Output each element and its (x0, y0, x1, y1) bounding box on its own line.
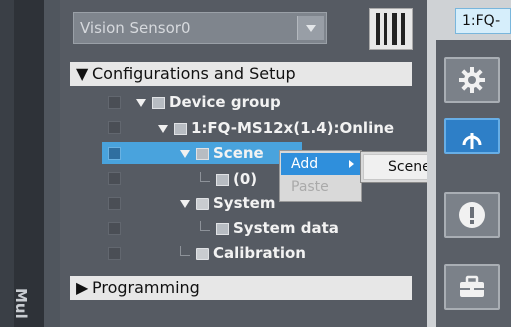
gear-icon (459, 67, 485, 93)
row-marker (108, 96, 121, 109)
tree-connector (200, 220, 210, 231)
menu-item-paste[interactable]: Paste (281, 176, 360, 198)
device-group-icon (152, 96, 165, 109)
expand-down-icon (180, 149, 190, 158)
expand-down-icon: ▼ (76, 64, 89, 83)
tree-item-device-group[interactable]: Device group (136, 91, 281, 113)
tab-device[interactable]: 1:FQ- (455, 8, 511, 34)
sensor-select-value: Vision Sensor0 (80, 19, 191, 37)
folder-icon (196, 197, 209, 210)
row-marker (108, 172, 121, 185)
settings-button[interactable] (444, 57, 500, 103)
menu-item-label: Add (291, 156, 319, 172)
warning-icon (459, 202, 485, 228)
row-marker (108, 247, 121, 260)
row-marker (108, 197, 121, 210)
programming-header[interactable]: ▶ Programming (70, 276, 412, 300)
folder-icon (196, 247, 209, 260)
toolbox-button[interactable] (444, 264, 500, 310)
error-button[interactable] (444, 192, 500, 238)
row-marker (108, 147, 121, 160)
tree-item-calibration[interactable]: Calibration (180, 242, 306, 264)
toolbox-icon (460, 275, 484, 297)
tree-connector (200, 171, 210, 182)
tree-item-label: Device group (169, 93, 281, 111)
camera-icon (196, 147, 209, 160)
expand-right-icon: ▶ (76, 278, 89, 297)
tree-item-label: Scene (213, 144, 264, 162)
app-window: Mul Vision Sensor0 ▼ Configurations and S… (0, 0, 511, 327)
monitor-icon (174, 122, 187, 135)
expand-down-icon (136, 98, 146, 107)
magnifier-icon (216, 173, 229, 186)
wrench-icon (216, 222, 229, 235)
chevron-down-icon[interactable] (297, 16, 324, 40)
context-menu: Add Paste (279, 150, 362, 202)
online-button[interactable] (444, 118, 500, 154)
tree-item-label: Calibration (213, 244, 306, 262)
tree-item-device[interactable]: 1:FQ-MS12x(1.4):Online (158, 117, 394, 139)
tree-item-system-data[interactable]: System data (200, 217, 339, 239)
expand-down-icon (158, 124, 168, 133)
multiview-strip: Mul (0, 0, 60, 327)
row-marker (108, 121, 121, 134)
configurations-setup-label: Configurations and Setup (92, 64, 296, 83)
menu-item-add[interactable]: Add (281, 153, 360, 175)
submenu-arrow-icon (349, 160, 354, 168)
sensor-device-image (369, 8, 413, 50)
tree-item-label: System (213, 194, 276, 212)
menu-item-label: Paste (291, 179, 329, 195)
sensor-select[interactable]: Vision Sensor0 (73, 12, 327, 44)
multiview-label[interactable]: Mul (12, 288, 30, 319)
tree-item-scene[interactable]: Scene (180, 142, 264, 164)
tree-item-label: 1:FQ-MS12x(1.4):Online (191, 119, 395, 137)
tree-item-label: (0) (233, 170, 258, 188)
configurations-setup-header[interactable]: ▼ Configurations and Setup (70, 62, 412, 86)
tree-connector (180, 245, 190, 256)
online-icon (462, 133, 482, 149)
programming-label: Programming (92, 278, 200, 297)
tree-item-scene-0[interactable]: (0) (200, 168, 257, 190)
expand-down-icon (180, 199, 190, 208)
tree-item-label: System data (233, 219, 339, 237)
tree-item-system[interactable]: System (180, 192, 275, 214)
row-marker (108, 222, 121, 235)
